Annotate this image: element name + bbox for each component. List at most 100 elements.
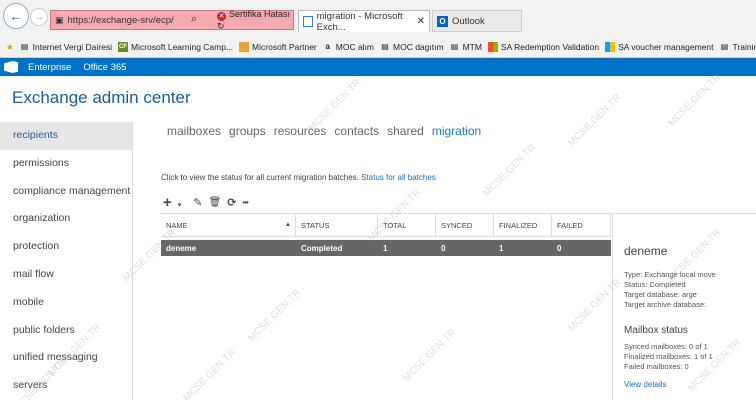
plus-icon: + (163, 194, 172, 211)
nav-item-unified-messaging[interactable]: unified messaging (0, 344, 132, 372)
favorite-item[interactable]: SA voucher management (605, 42, 714, 52)
favorite-item[interactable]: ▤ Internet Vergi Dairesi (20, 42, 112, 52)
doc-icon: ▤ (720, 42, 729, 51)
status-all-batches-link[interactable]: Status for all batches (361, 173, 436, 182)
browser-chrome: ← → ▣ https://exchange-srv/ecp/ ⌕ ✕ Serti… (0, 0, 756, 58)
column-header-finalized[interactable]: FINALIZED (494, 214, 552, 236)
tab-resources[interactable]: resources (274, 124, 327, 138)
cert-error-label: Sertifika Hatası (229, 8, 291, 19)
nav-item-servers[interactable]: servers (0, 372, 132, 400)
back-button[interactable]: ← (3, 3, 29, 29)
favorite-item[interactable]: ▤ MTM (450, 42, 482, 52)
cell-synced: 0 (441, 243, 446, 253)
details-type: Type: Exchange local move (624, 270, 716, 279)
column-header-failed[interactable]: FAILED (552, 214, 611, 236)
tab-shared[interactable]: shared (387, 124, 424, 138)
edit-icon[interactable]: ✎ (193, 196, 202, 209)
chevron-down-icon: ▾ (177, 202, 182, 209)
nav-item-permissions[interactable]: permissions (0, 150, 132, 178)
page-title: Exchange admin center (12, 88, 191, 107)
left-navigation: recipients permissions compliance manage… (0, 122, 133, 400)
forward-button[interactable]: → (30, 8, 48, 26)
column-header-total[interactable]: TOTAL (378, 214, 436, 236)
cert-error-icon: ✕ (217, 11, 226, 21)
favorite-item[interactable]: Microsoft Partner (239, 42, 317, 52)
page-icon: ▣ (55, 14, 64, 25)
exchange-tab-icon (303, 16, 313, 27)
windows-icon (487, 42, 498, 52)
tab-migration[interactable]: migration (432, 124, 481, 138)
nav-item-mobile[interactable]: mobile (0, 289, 132, 317)
nav-item-compliance-management[interactable]: compliance management (0, 178, 132, 206)
windows-icon (605, 42, 616, 52)
back-arrow-icon: ← (9, 8, 23, 24)
office-logo-icon[interactable] (4, 61, 18, 73)
watermark: MCSE.GEN.TR (566, 92, 624, 149)
favorite-item[interactable]: ▤ MOC dagıtım (380, 42, 444, 52)
favorite-label: SA Redemption Validation (500, 42, 600, 52)
details-title: deneme (624, 244, 668, 258)
view-details-link[interactable]: View details (624, 380, 756, 389)
failed-mailboxes: Failed mailboxes: 0 (624, 362, 689, 371)
suite-link-enterprise[interactable]: Enterprise (28, 62, 71, 73)
reload-icon[interactable]: ↻ (217, 21, 225, 31)
favorites-star-icon[interactable]: ★ (6, 42, 14, 53)
nav-item-recipients[interactable]: recipients (0, 122, 132, 150)
mailbox-status-heading: Mailbox status (624, 325, 688, 336)
toolbar: + ▾ ✎ 🗑 ⟳ ••• (163, 194, 254, 211)
delete-icon[interactable]: 🗑 (209, 197, 222, 208)
migration-batches-table: NAME ▲ STATUS TOTAL SYNCED FINALIZED FAIL… (161, 213, 611, 400)
favorite-item[interactable]: CF Microsoft Learning Camp... (118, 42, 233, 52)
details-pane: deneme Type: Exchange local move Status:… (612, 213, 756, 400)
nav-item-public-folders[interactable]: public folders (0, 317, 132, 345)
doc-icon: ▤ (381, 42, 389, 51)
internet-vergi-icon: ▤ (20, 42, 29, 51)
watermark: MCSE.GEN.TR (481, 142, 539, 199)
tab-groups[interactable]: groups (229, 124, 266, 138)
column-header-synced[interactable]: SYNCED (436, 214, 494, 236)
certificate-error[interactable]: ✕ Sertifika Hatası ↻ (217, 9, 293, 32)
mp-icon (239, 42, 250, 52)
favorite-item[interactable]: SA Redemption Validation (487, 42, 600, 52)
table-row[interactable]: deneme Completed 1 0 1 0 (161, 240, 611, 256)
tab-outlook[interactable]: O Outlook (432, 10, 522, 32)
favorite-item[interactable]: ▤Training Catalo (720, 42, 756, 52)
address-url: https://exchange-srv/ecp/ (67, 14, 174, 26)
nav-item-mail-flow[interactable]: mail flow (0, 261, 132, 289)
favorite-label: SA voucher management (618, 42, 714, 52)
cell-status: Completed (301, 243, 343, 253)
refresh-icon[interactable]: ⟳ (227, 196, 236, 209)
column-header-name[interactable]: NAME ▲ (161, 214, 296, 236)
nav-item-organization[interactable]: organization (0, 205, 132, 233)
address-bar[interactable]: ▣ https://exchange-srv/ecp/ ⌕ ✕ Sertifika… (50, 9, 294, 32)
tab-contacts[interactable]: contacts (334, 124, 379, 138)
doc-icon: ▤ (450, 42, 459, 51)
tab-migration[interactable]: migration - Microsoft Exch... ✕ (298, 10, 430, 33)
synced-mailboxes: Synced mailboxes: 0 of 1 (624, 342, 708, 351)
close-tab-icon[interactable]: ✕ (417, 16, 425, 27)
details-target-database: Target database: arge (624, 290, 697, 299)
favorite-item[interactable]: a MOC alım (323, 42, 374, 52)
column-header-status[interactable]: STATUS (296, 214, 378, 236)
cf-icon: CF (118, 42, 128, 52)
nav-item-protection[interactable]: protection (0, 233, 132, 261)
cell-finalized: 1 (499, 243, 504, 253)
finalized-mailboxes: Finalized mailboxes: 1 of 1 (624, 352, 713, 361)
favorite-label: MOC alım (335, 42, 375, 52)
suite-link-office365[interactable]: Office 365 (83, 62, 126, 73)
favorite-label: MOC dagıtım (393, 42, 444, 52)
add-button[interactable]: + ▾ (163, 194, 187, 211)
search-icon[interactable]: ⌕ (191, 13, 197, 26)
recipient-tabs: mailboxes groups resources contacts shar… (167, 124, 489, 138)
outlook-icon: O (437, 15, 448, 27)
more-icon[interactable]: ••• (242, 198, 248, 207)
tab-label: Outlook (452, 15, 485, 27)
sort-ascending-icon: ▲ (285, 222, 291, 228)
favorite-label: Microsoft Partner (252, 42, 317, 52)
info-text: Click to view the status for all current… (161, 173, 359, 182)
tab-label: migration - Microsoft Exch... (316, 10, 403, 33)
tab-mailboxes[interactable]: mailboxes (167, 124, 221, 138)
details-status: Status: Completed (624, 280, 686, 289)
suite-bar: Enterprise Office 365 (0, 58, 756, 76)
details-target-archive: Target archive database: (624, 300, 707, 309)
